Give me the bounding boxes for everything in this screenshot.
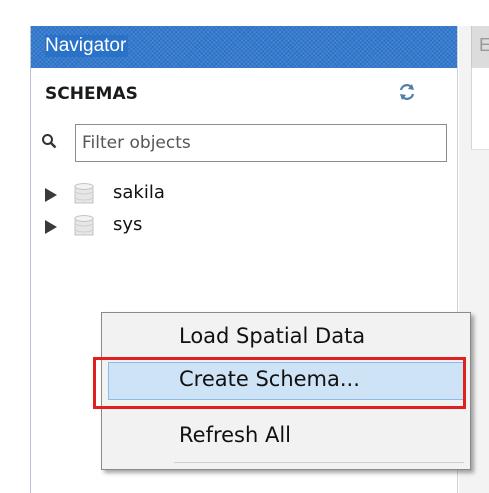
editor-tab-body — [471, 68, 489, 150]
filter-objects-input[interactable] — [75, 124, 447, 162]
schema-tree-item-sys[interactable]: sys — [31, 212, 331, 242]
navigator-header: Navigator — [31, 26, 457, 68]
schemas-label: SCHEMAS — [45, 84, 138, 104]
schema-label: sakila — [113, 182, 165, 203]
navigator-title: Navigator — [45, 35, 129, 57]
search-icon — [42, 134, 57, 149]
expand-arrow-icon[interactable] — [45, 188, 57, 202]
editor-tab-partial[interactable]: E — [471, 26, 489, 68]
menu-item-label: Create Schema... — [179, 367, 360, 391]
menu-item-load-spatial-data[interactable]: Load Spatial Data — [102, 316, 470, 360]
database-icon — [74, 215, 94, 236]
expand-arrow-icon[interactable] — [45, 220, 57, 234]
context-menu: Load Spatial Data Create Schema... Refre… — [101, 312, 471, 470]
menu-item-label: Load Spatial Data — [179, 324, 366, 348]
refresh-icon[interactable] — [397, 82, 417, 102]
editor-tab-label: E — [479, 35, 489, 55]
schema-tree-item-sakila[interactable]: sakila — [31, 180, 331, 210]
menu-item-label: Refresh All — [179, 423, 292, 447]
schema-label: sys — [113, 214, 143, 235]
menu-item-refresh-all[interactable]: Refresh All — [102, 415, 470, 459]
menu-separator — [174, 462, 464, 463]
menu-item-create-schema[interactable]: Create Schema... — [102, 359, 470, 403]
database-icon — [74, 183, 94, 204]
